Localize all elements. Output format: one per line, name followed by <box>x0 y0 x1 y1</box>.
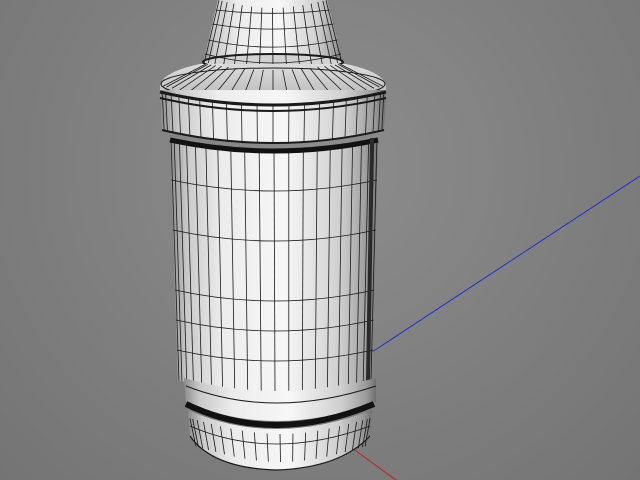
z-axis-line <box>371 175 640 353</box>
wireframe-edge <box>303 103 305 142</box>
wireframe-edge <box>272 7 274 71</box>
wireframe-edge <box>241 103 243 142</box>
wireframe-edge <box>279 433 281 463</box>
3d-viewport[interactable] <box>0 0 640 480</box>
bottle-model[interactable] <box>159 0 387 471</box>
bottle-body[interactable] <box>169 137 379 392</box>
viewport-canvas[interactable] <box>0 0 640 480</box>
bottle-neck[interactable] <box>202 0 344 71</box>
x-axis-line <box>351 447 397 480</box>
bottle-upper-ring[interactable] <box>159 90 387 144</box>
